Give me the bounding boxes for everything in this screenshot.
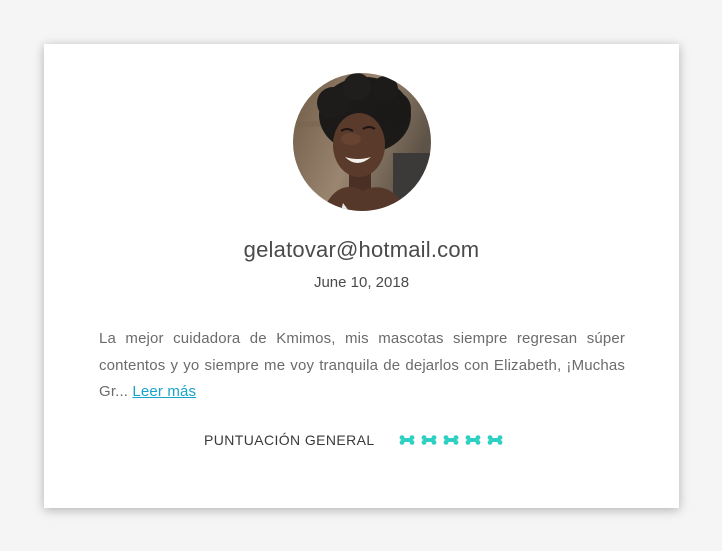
dog-bone-icon <box>487 435 502 445</box>
dog-bone-icon <box>421 435 436 445</box>
dog-bone-icon <box>465 435 480 445</box>
dog-bone-icon <box>443 435 458 445</box>
read-more-link[interactable]: Leer más <box>132 383 196 400</box>
rating-bones <box>399 435 509 445</box>
rating-label: PUNTUACIÓN GENERAL <box>204 432 375 448</box>
rating-row: PUNTUACIÓN GENERAL <box>204 430 509 450</box>
review-text-block: La mejor cuidadora de Kmimos, mis mascot… <box>99 326 625 406</box>
review-date: June 10, 2018 <box>313 274 410 291</box>
dog-bone-icon <box>399 435 414 445</box>
avatar <box>293 73 431 211</box>
reviewer-email: gelatovar@hotmail.com <box>243 237 480 262</box>
review-card: gelatovar@hotmail.com June 10, 2018 La m… <box>44 44 679 508</box>
